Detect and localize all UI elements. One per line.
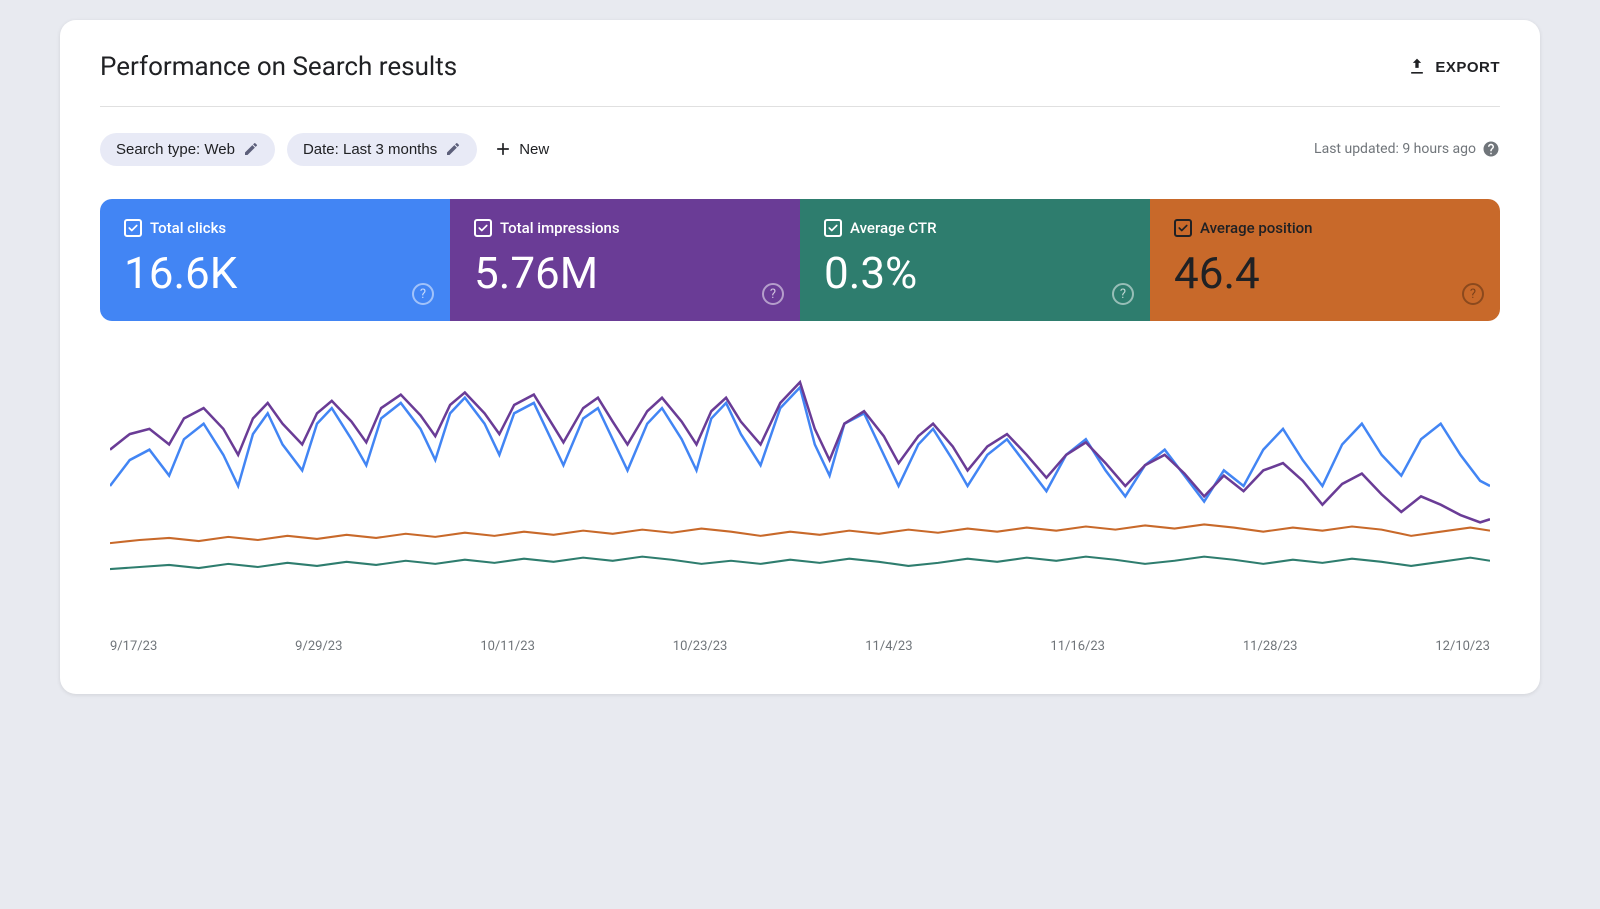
position-line [110, 525, 1490, 544]
x-axis-labels: 9/17/23 9/29/23 10/11/23 10/23/23 11/4/2… [100, 631, 1500, 654]
x-label-0: 9/17/23 [110, 639, 157, 654]
metric-impressions[interactable]: Total impressions 5.76M ? [450, 199, 800, 321]
impressions-value: 5.76M [474, 249, 776, 297]
export-icon [1407, 57, 1427, 77]
export-label: EXPORT [1435, 59, 1500, 76]
page-title: Performance on Search results [100, 52, 457, 82]
date-label: Date: Last 3 months [303, 141, 437, 158]
filters-left: Search type: Web Date: Last 3 months New [100, 131, 553, 167]
header-divider [100, 106, 1500, 107]
metric-position[interactable]: Average position 46.4 ? [1150, 199, 1500, 321]
metric-position-label: Average position [1174, 219, 1476, 237]
ctr-value: 0.3% [824, 249, 1126, 297]
metric-impressions-label: Total impressions [474, 219, 776, 237]
performance-chart [110, 351, 1490, 621]
x-label-1: 9/29/23 [295, 639, 342, 654]
clicks-help[interactable]: ? [412, 283, 434, 305]
ctr-checkbox [824, 219, 842, 237]
metrics-row: Total clicks 16.6K ? Total impressions 5… [100, 199, 1500, 321]
x-label-2: 10/11/23 [480, 639, 535, 654]
clicks-line [110, 388, 1490, 502]
add-icon [493, 139, 513, 159]
last-updated-text: Last updated: 9 hours ago [1314, 141, 1476, 157]
search-type-filter[interactable]: Search type: Web [100, 133, 275, 166]
x-label-4: 11/4/23 [865, 639, 912, 654]
impressions-checkbox [474, 219, 492, 237]
filters-row: Search type: Web Date: Last 3 months New… [100, 131, 1500, 167]
x-label-6: 11/28/23 [1243, 639, 1298, 654]
position-help[interactable]: ? [1462, 283, 1484, 305]
impressions-line [110, 383, 1490, 523]
new-label: New [519, 141, 549, 158]
x-label-7: 12/10/23 [1435, 639, 1490, 654]
last-updated: Last updated: 9 hours ago [1314, 140, 1500, 158]
ctr-help[interactable]: ? [1112, 283, 1134, 305]
search-type-label: Search type: Web [116, 141, 235, 158]
position-value: 46.4 [1174, 249, 1476, 297]
clicks-label-text: Total clicks [150, 219, 226, 237]
metric-ctr[interactable]: Average CTR 0.3% ? [800, 199, 1150, 321]
ctr-label-text: Average CTR [850, 219, 937, 237]
impressions-help[interactable]: ? [762, 283, 784, 305]
edit-date-icon [445, 141, 461, 157]
edit-icon [243, 141, 259, 157]
metric-clicks[interactable]: Total clicks 16.6K ? [100, 199, 450, 321]
metric-ctr-label: Average CTR [824, 219, 1126, 237]
main-card: Performance on Search results EXPORT Sea… [60, 20, 1540, 694]
x-label-3: 10/23/23 [673, 639, 728, 654]
export-button[interactable]: EXPORT [1407, 57, 1500, 77]
clicks-checkbox [124, 219, 142, 237]
ctr-line [110, 557, 1490, 569]
x-label-5: 11/16/23 [1050, 639, 1105, 654]
new-button[interactable]: New [489, 131, 553, 167]
chart-area [100, 321, 1500, 631]
help-circle-icon[interactable] [1482, 140, 1500, 158]
clicks-value: 16.6K [124, 249, 426, 297]
metric-clicks-label: Total clicks [124, 219, 426, 237]
date-filter[interactable]: Date: Last 3 months [287, 133, 477, 166]
position-label-text: Average position [1200, 219, 1313, 237]
position-checkbox [1174, 219, 1192, 237]
page-header: Performance on Search results EXPORT [100, 52, 1500, 82]
impressions-label-text: Total impressions [500, 219, 620, 237]
